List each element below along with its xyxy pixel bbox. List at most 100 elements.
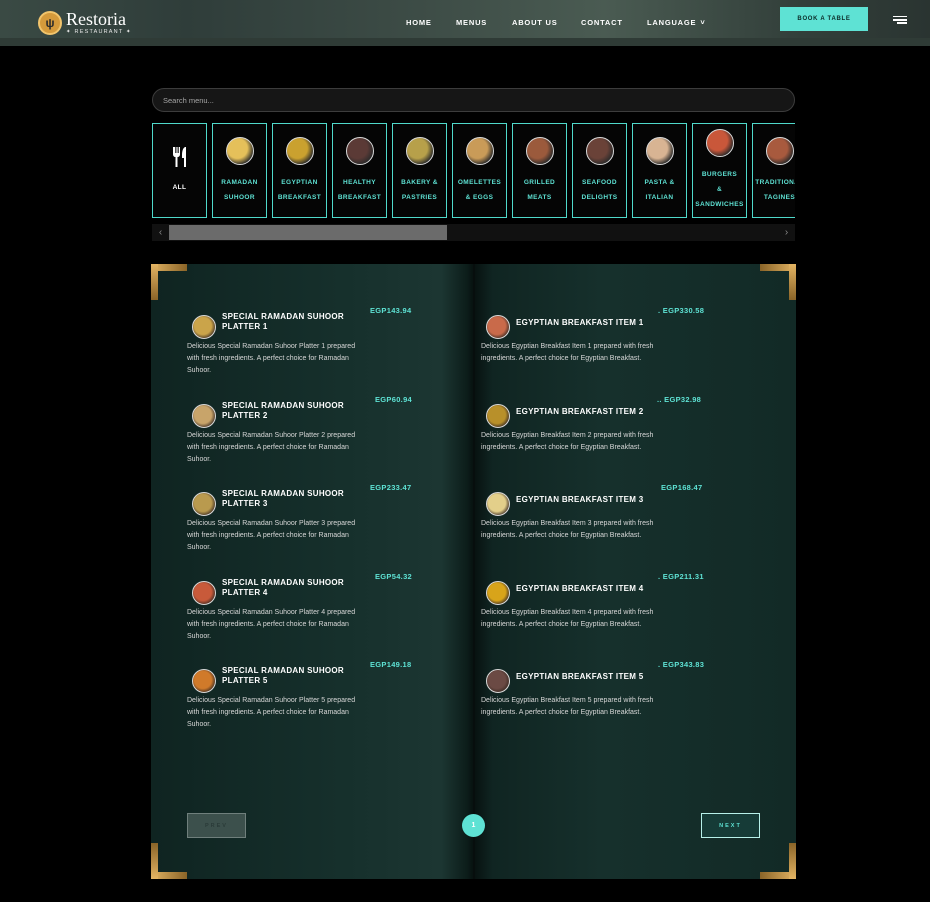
item-price: EGP143.94: [370, 306, 412, 315]
item-description: Delicious Egyptian Breakfast Item 5 prep…: [481, 697, 654, 716]
nav-contact[interactable]: CONTACT: [581, 18, 623, 27]
book-spine: [473, 264, 475, 879]
category-label: EGYPTIAN BREAKFAST: [277, 178, 322, 201]
gold-corner-ornament: [151, 264, 187, 300]
item-description: Delicious Special Ramadan Suhoor Platter…: [187, 697, 356, 728]
item-price: . EGP343.83: [658, 660, 705, 669]
item-title: EGYPTIAN BREAKFAST ITEM 5: [516, 672, 644, 681]
category-card[interactable]: RAMADAN SUHOOR: [212, 123, 267, 218]
menu-item[interactable]: EGYPTIAN BREAKFAST ITEM 2 .. EGP32.98 Deli…: [481, 394, 721, 474]
item-title: EGYPTIAN BREAKFAST ITEM 2: [516, 407, 644, 416]
book-table-button[interactable]: BOOK A TABLE: [780, 7, 868, 31]
menu-item[interactable]: EGYPTIAN BREAKFAST ITEM 1 . EGP330.58 Deli…: [481, 305, 721, 385]
dish-image: [486, 581, 510, 605]
item-description: Delicious Special Ramadan Suhoor Platter…: [187, 432, 356, 463]
nav-menus[interactable]: MENUS: [456, 18, 487, 27]
nav-language[interactable]: LANGUAGE ˅: [647, 18, 706, 27]
category-card[interactable]: ALL: [152, 123, 207, 218]
nav-home[interactable]: HOME: [406, 18, 432, 27]
item-description: Delicious Special Ramadan Suhoor Platter…: [187, 520, 356, 551]
category-label: OMELETTES & EGGS: [457, 178, 502, 201]
category-image: [405, 136, 434, 165]
category-card[interactable]: TRADITIONAL TAGINES: [752, 123, 795, 218]
category-label: SEAFOOD DELIGHTS: [581, 178, 618, 201]
menu-item[interactable]: SPECIAL RAMADAN SUHOOR PLATTER 1 EGP143.9…: [187, 305, 427, 385]
dish-image: [486, 315, 510, 339]
category-card[interactable]: HEALTHY BREAKFAST: [332, 123, 387, 218]
scroll-right-icon[interactable]: ›: [778, 224, 795, 241]
item-title: SPECIAL RAMADAN SUHOOR PLATTER 2: [222, 401, 345, 420]
dish-image: [192, 581, 216, 605]
item-price: EGP149.18: [370, 660, 412, 669]
dish-image: [192, 404, 216, 428]
nav-language-label: LANGUAGE: [647, 18, 697, 27]
fork-knife-icon: [172, 147, 186, 167]
nav-about-us[interactable]: ABOUT US: [512, 18, 558, 27]
item-price: EGP168.47: [661, 483, 703, 492]
category-image: [465, 136, 494, 165]
category-scrollbar[interactable]: ‹ ›: [152, 224, 795, 241]
item-price: . EGP330.58: [658, 306, 705, 315]
category-card[interactable]: EGYPTIAN BREAKFAST: [272, 123, 327, 218]
item-title: EGYPTIAN BREAKFAST ITEM 4: [516, 584, 644, 593]
category-label: HEALTHY BREAKFAST: [337, 178, 382, 201]
item-price: EGP60.94: [375, 395, 413, 404]
menu-item[interactable]: SPECIAL RAMADAN SUHOOR PLATTER 2 EGP60.94…: [187, 394, 427, 474]
scroll-left-icon[interactable]: ‹: [152, 224, 169, 241]
category-label: PASTA & ITALIAN: [644, 178, 675, 201]
page-indicator[interactable]: 1: [462, 814, 485, 837]
menu-book: PREV 1 NEXT SPECIAL RAMADAN SUHOOR PLATT…: [151, 264, 796, 879]
category-label: BAKERY & PASTRIES: [401, 178, 438, 201]
category-card[interactable]: OMELETTES & EGGS: [452, 123, 507, 218]
item-description: Delicious Egyptian Breakfast Item 4 prep…: [481, 609, 654, 628]
brand-subtitle: ✦ RESTAURANT ✦: [66, 29, 132, 35]
category-image: [645, 136, 674, 165]
menu-item[interactable]: EGYPTIAN BREAKFAST ITEM 4 . EGP211.31 Deli…: [481, 571, 721, 651]
menu-item[interactable]: SPECIAL RAMADAN SUHOOR PLATTER 4 EGP54.32…: [187, 571, 427, 651]
category-image: [225, 136, 254, 165]
dish-image: [192, 492, 216, 516]
category-card[interactable]: GRILLED MEATS: [512, 123, 567, 218]
item-description: Delicious Special Ramadan Suhoor Platter…: [187, 343, 356, 374]
category-card[interactable]: BAKERY & PASTRIES: [392, 123, 447, 218]
fork-spoon-icon: ψ: [38, 10, 62, 35]
brand-name: Restoria: [66, 9, 126, 29]
item-price: EGP233.47: [370, 483, 412, 492]
item-price: EGP54.32: [375, 572, 413, 581]
category-image: [765, 136, 794, 165]
dish-image: [486, 669, 510, 693]
site-header: ψ Restoria ✦ RESTAURANT ✦ HOME MENUS ABO…: [0, 0, 930, 46]
category-label: BURGERS & SANDWICHES: [695, 171, 744, 208]
dish-image: [192, 315, 216, 339]
item-description: Delicious Egyptian Breakfast Item 2 prep…: [481, 432, 654, 451]
item-title: SPECIAL RAMADAN SUHOOR PLATTER 4: [222, 578, 345, 597]
menu-item[interactable]: EGYPTIAN BREAKFAST ITEM 5 . EGP343.83 Deli…: [481, 659, 721, 739]
gold-corner-ornament: [760, 843, 796, 879]
brand-logo[interactable]: ψ Restoria ✦ RESTAURANT ✦: [38, 10, 132, 36]
item-price: .. EGP32.98: [657, 395, 702, 404]
dish-image: [486, 404, 510, 428]
dish-image: [486, 492, 510, 516]
item-price: . EGP211.31: [658, 572, 704, 581]
menu-search-input[interactable]: [152, 88, 795, 112]
menu-item[interactable]: EGYPTIAN BREAKFAST ITEM 3 EGP168.47 Delici…: [481, 482, 721, 562]
item-description: Delicious Special Ramadan Suhoor Platter…: [187, 609, 356, 640]
prev-page-button[interactable]: PREV: [187, 813, 246, 838]
hamburger-menu-icon[interactable]: [893, 16, 907, 24]
category-card[interactable]: SEAFOOD DELIGHTS: [572, 123, 627, 218]
gold-corner-ornament: [151, 843, 187, 879]
next-page-button[interactable]: NEXT: [701, 813, 760, 838]
menu-item[interactable]: SPECIAL RAMADAN SUHOOR PLATTER 5 EGP149.1…: [187, 659, 427, 739]
category-image: [585, 136, 614, 165]
item-title: SPECIAL RAMADAN SUHOOR PLATTER 5: [222, 666, 345, 685]
menu-item[interactable]: SPECIAL RAMADAN SUHOOR PLATTER 3 EGP233.4…: [187, 482, 427, 562]
scrollbar-thumb[interactable]: [169, 225, 447, 240]
gold-corner-ornament: [760, 264, 796, 300]
category-card[interactable]: PASTA & ITALIAN: [632, 123, 687, 218]
category-label: TRADITIONAL TAGINES: [755, 178, 795, 201]
item-title: EGYPTIAN BREAKFAST ITEM 3: [516, 495, 644, 504]
dish-image: [192, 669, 216, 693]
category-label: RAMADAN SUHOOR: [221, 178, 258, 201]
category-card[interactable]: BURGERS & SANDWICHES: [692, 123, 747, 218]
category-image: [705, 129, 734, 157]
